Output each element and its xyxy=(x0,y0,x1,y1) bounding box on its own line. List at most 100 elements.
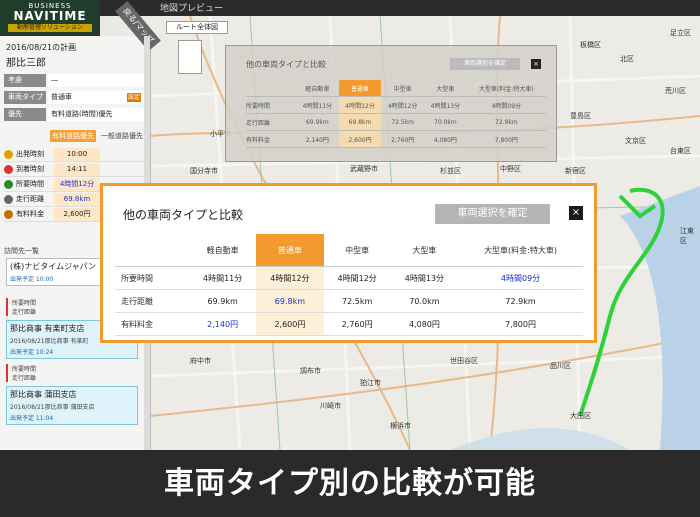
map-label: 横浜市 xyxy=(390,422,411,430)
column-kei[interactable]: 軽自動車 xyxy=(189,234,257,267)
visits-header: 訪問先一覧 xyxy=(4,247,39,255)
compare-dialog-previous: 他の車両タイプと比較 車両選択を確定 × 軽自動車 普通車 中型車 大型車 大型… xyxy=(225,45,557,162)
table-cell: 2,760円 xyxy=(381,130,425,148)
vehicle-setting-button[interactable]: 設定 xyxy=(127,93,141,102)
prop-key: 車両タイプ xyxy=(4,91,46,104)
dialog-title: 他の車両タイプと比較 xyxy=(123,208,244,222)
table-cell: 4時間12分 xyxy=(323,266,391,290)
top-bar: 地図プレビュー xyxy=(0,0,700,16)
table-cell: 4時間09分 xyxy=(458,266,583,290)
column-large[interactable]: 大型車 xyxy=(390,234,459,267)
leg-info: 所要時間 走行距離 xyxy=(6,364,142,382)
table-cell: 2,140円 xyxy=(296,130,339,148)
route-key: 出発時刻 xyxy=(16,150,44,158)
close-icon[interactable]: × xyxy=(569,206,583,220)
compare-table-small: 軽自動車 普通車 中型車 大型車 大型車(料金:特大車) 所要時間 4時間11分… xyxy=(246,80,546,148)
column-standard-selected[interactable]: 普通車 xyxy=(256,234,324,267)
table-cell: 4時間12分 xyxy=(381,96,425,114)
route-key: 有料料金 xyxy=(16,210,44,218)
prop-row-consider: 考慮 ― xyxy=(4,74,144,87)
map-label: 江東区 xyxy=(680,227,694,245)
route-value: 4時間12分 xyxy=(54,178,100,191)
row-label: 有料料金 xyxy=(115,312,189,336)
table-cell: 69.8km xyxy=(338,113,382,131)
table-cell: 中型車 xyxy=(381,80,425,97)
yen-icon xyxy=(4,210,13,219)
route-all-label: ルート全体図 xyxy=(176,23,218,31)
table-cell: 4時間11分 xyxy=(189,266,257,290)
map-label: 武蔵野市 xyxy=(350,165,378,173)
table-cell: 有料料金 xyxy=(246,130,296,148)
table-cell: 4時間12分 xyxy=(338,96,382,114)
route-all-button[interactable]: ルート全体図 xyxy=(166,21,228,34)
tab-general-priority[interactable]: 一般道路優先 xyxy=(98,130,146,142)
table-cell xyxy=(246,80,296,97)
compass-widget[interactable] xyxy=(178,40,202,74)
confirm-vehicle-button[interactable]: 車両選択を確定 xyxy=(435,204,550,224)
table-cell: 70.0km xyxy=(424,113,467,131)
table-cell: 4時間11分 xyxy=(296,96,339,114)
tab-toll-priority[interactable]: 有料道路優先 xyxy=(50,130,96,142)
route-value: 10:00 xyxy=(54,148,100,161)
table-cell: 2,760円 xyxy=(323,312,391,336)
table-cell: 4時間13分 xyxy=(390,266,459,290)
leg-line: 走行距離 xyxy=(12,375,37,382)
column-medium[interactable]: 中型車 xyxy=(323,234,391,267)
table-cell: 70.0km xyxy=(390,289,459,313)
prop-value: 有料道路(時間)優先 xyxy=(48,108,144,121)
route-value: 2,600円 xyxy=(54,208,100,221)
map-label: 荒川区 xyxy=(665,87,686,95)
table-cell: 72.5km xyxy=(381,113,425,131)
prop-row-vehicle-type: 車両タイプ 普通車 設定 xyxy=(4,91,144,104)
prop-key: 優先 xyxy=(4,108,46,121)
prop-row-priority: 優先 有料道路(時間)優先 xyxy=(4,108,144,121)
table-cell: 4時間12分 xyxy=(256,266,324,290)
map-label: 豊島区 xyxy=(570,112,591,120)
table-row: 所要時間 4時間11分 4時間12分 4時間12分 4時間13分 4時間09分 xyxy=(115,266,583,290)
dialog-title: 他の車両タイプと比較 xyxy=(246,60,326,69)
table-row: 有料料金 2,140円 2,600円 2,760円 4,080円 7,800円 xyxy=(246,130,546,148)
flag-icon xyxy=(4,165,13,174)
table-cell: 走行距離 xyxy=(246,113,296,131)
table-cell: 普通車 xyxy=(338,80,382,97)
distance-icon xyxy=(4,195,13,204)
caption-banner: 車両タイプ別の比較が可能 xyxy=(0,450,700,517)
route-value: 14:11 xyxy=(54,163,100,176)
route-row-arrive: 到着時刻 14:11 xyxy=(4,163,144,177)
table-row: 軽自動車 普通車 中型車 大型車 大型車(料金:特大車) xyxy=(246,80,546,97)
table-header-cell xyxy=(115,234,189,267)
prop-value: ― xyxy=(48,74,144,87)
table-cell: 2,600円 xyxy=(338,130,382,148)
map-label: 足立区 xyxy=(670,29,691,37)
map-label: 新宿区 xyxy=(565,167,586,175)
close-icon: × xyxy=(531,59,541,69)
clock-icon xyxy=(4,150,13,159)
column-large-special[interactable]: 大型車(料金:特大車) xyxy=(458,234,583,267)
compare-dialog: 他の車両タイプと比較 車両選択を確定 × 軽自動車 普通車 中型車 大型車 大型… xyxy=(100,183,597,343)
table-cell: 7,800円 xyxy=(458,312,583,336)
route-key: 走行距離 xyxy=(16,195,44,203)
map-label: 品川区 xyxy=(550,362,571,370)
map-label: 世田谷区 xyxy=(450,357,478,365)
table-cell: 69.9km xyxy=(189,289,257,313)
row-label: 走行距離 xyxy=(115,289,189,313)
route-value: 69.8km xyxy=(54,193,100,206)
table-row: 走行距離 69.9km 69.8km 72.5km 70.0km 72.9km xyxy=(115,289,583,313)
timer-icon xyxy=(4,180,13,189)
row-label: 所要時間 xyxy=(115,266,189,290)
map-label: 台東区 xyxy=(670,147,691,155)
route-key: 到着時刻 xyxy=(16,165,44,173)
table-cell: 2,140円 xyxy=(189,312,257,336)
stop-schedule: 出発予定 11:04 xyxy=(10,415,54,422)
table-cell: 4時間09分 xyxy=(466,96,546,114)
list-item[interactable]: 那比商事 蒲田支店 2016/08/21那比商事 蒲田支店 出発予定 11:04 xyxy=(6,386,138,425)
map-title: 地図プレビュー xyxy=(160,4,224,14)
compare-table: 軽自動車 普通車 中型車 大型車 大型車(料金:特大車) 所要時間 4時間11分… xyxy=(115,234,583,336)
prop-key: 考慮 xyxy=(4,74,46,87)
table-cell: 4,080円 xyxy=(390,312,459,336)
route-row-depart: 出発時刻 10:00 xyxy=(4,148,144,162)
stop-detail: 2016/08/21那比商事 蒲田支店 xyxy=(10,404,95,411)
table-row: 軽自動車 普通車 中型車 大型車 大型車(料金:特大車) xyxy=(115,234,583,267)
app-window: 地図プレビュー BUSINESS NAVITIME 動態管理ソリューション ルー… xyxy=(0,0,700,450)
map-label: 府中市 xyxy=(190,357,211,365)
